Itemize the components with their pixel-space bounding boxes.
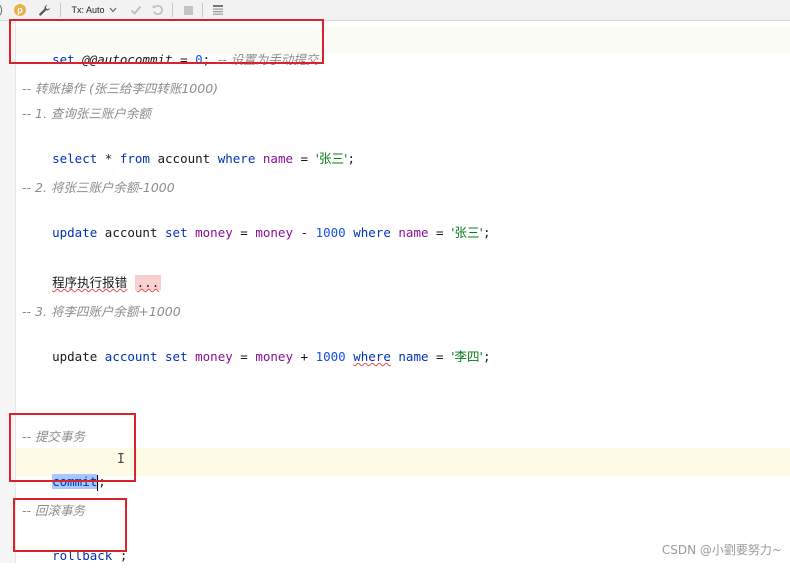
highlight-box-commit [9,413,136,482]
column-name: name [262,151,293,166]
number-literal: 1000 [315,225,346,240]
column-name: money [255,225,293,240]
string-literal: '张三' [315,151,348,166]
comment-step3: -- 3. 将李四账户余额+1000 [22,304,181,319]
keyword: set [165,225,188,240]
string-literal: '李四' [451,349,483,364]
wrench-icon[interactable] [36,2,52,18]
output-icon[interactable] [210,2,226,18]
table-name: account [104,349,158,364]
operator: * [104,151,113,166]
operator: = [436,225,444,240]
keyword: where [353,349,391,364]
column-name: money [195,349,233,364]
keyword: select [52,151,98,166]
stop-icon[interactable] [180,2,196,18]
operator: + [300,349,309,364]
transaction-mode-label: Tx: Auto [71,5,105,15]
column-name: name [398,349,429,364]
table-name: account [157,151,211,166]
keyword: where [217,151,256,166]
partial-left-icon: ) [0,2,6,18]
error-dots: ... [134,275,162,290]
transaction-mode-dropdown[interactable]: Tx: Auto [68,2,120,18]
chevron-down-icon [109,7,116,13]
highlight-box-autocommit [9,19,324,64]
column-name: money [255,349,293,364]
operator: - [300,225,309,240]
column-name: name [398,225,429,240]
column-name: money [195,225,233,240]
comment-step2: -- 2. 将张三账户余额-1000 [22,180,175,195]
keyword: where [353,225,391,240]
semicolon: ; [482,349,491,364]
check-icon[interactable] [128,2,144,18]
keyword: update [52,225,98,240]
keyword-plain: update [52,349,98,364]
code-line-update-lisi: update account set money = money + 1000 … [22,327,491,387]
error-text: 程序执行报错 [52,275,128,290]
semicolon: ; [482,225,491,240]
highlight-box-rollback [13,498,127,552]
semicolon: ; [347,151,355,166]
editor-toolbar: ) p Tx: Auto [0,0,790,21]
keyword: from [119,151,150,166]
string-literal: '张三' [451,225,483,240]
operator: = [240,349,248,364]
comment-step1: -- 1. 查询张三账户余额 [22,106,151,121]
keyword: set [165,349,188,364]
comment-transfer: -- 转账操作 (张三给李四转账1000) [22,81,219,96]
profile-badge-icon[interactable]: p [12,2,28,18]
number-literal: 1000 [315,349,346,364]
operator: = [436,349,444,364]
undo-icon[interactable] [150,2,166,18]
operator: = [300,151,309,166]
watermark: CSDN @小劉要努力~ [661,543,782,557]
table-name: account [104,225,158,240]
operator: = [240,225,248,240]
